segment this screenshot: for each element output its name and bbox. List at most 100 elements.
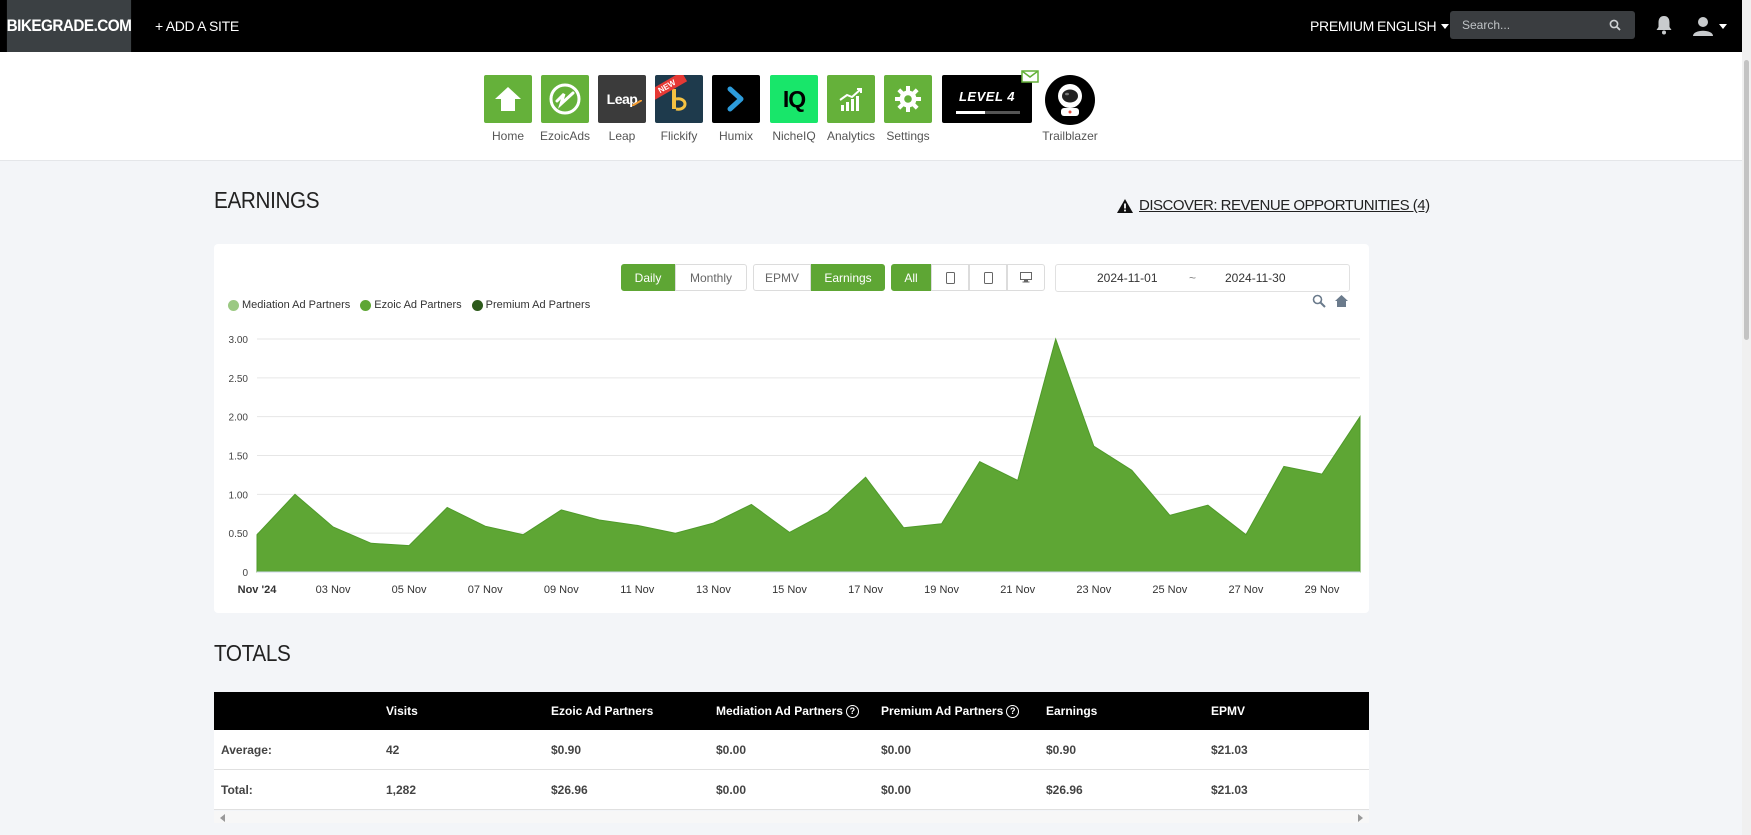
- level-progress-bar: [956, 111, 1020, 114]
- help-icon[interactable]: ?: [845, 704, 859, 718]
- column-header-label: Earnings: [1046, 704, 1098, 718]
- nicheiq-icon: IQ: [782, 85, 806, 112]
- x-tick-label: 11 Nov: [620, 584, 655, 596]
- level-progress-fill: [956, 111, 985, 114]
- column-header-label: Visits: [386, 704, 418, 718]
- app-label: Settings: [886, 129, 930, 143]
- discover-revenue-link[interactable]: DISCOVER: REVENUE OPPORTUNITIES (4): [1116, 197, 1430, 214]
- x-tick-label: 07 Nov: [468, 584, 503, 596]
- bell-icon[interactable]: [1654, 14, 1674, 36]
- app-home[interactable]: Home: [484, 75, 532, 143]
- nicheiq-tile: IQ: [770, 75, 818, 123]
- y-tick-label: 2.00: [229, 413, 249, 424]
- trailblazer-button[interactable]: Trailblazer: [1042, 75, 1098, 143]
- level-text: LEVEL 4: [958, 89, 1015, 104]
- totals-title: TOTALS: [214, 640, 291, 666]
- add-site-link[interactable]: + ADD A SITE: [155, 0, 239, 52]
- table-row: Total: 1,282 $26.96 $0.00 $0.00 $26.96 $…: [214, 770, 1369, 810]
- row-label: Total:: [221, 782, 253, 797]
- table-cell: $0.90: [1046, 742, 1077, 757]
- scroll-right-icon[interactable]: [1358, 814, 1363, 822]
- table-cell: $0.90: [551, 742, 582, 757]
- scroll-left-icon[interactable]: [220, 814, 225, 822]
- site-brand[interactable]: BIKEGRADE.COM: [7, 0, 132, 52]
- search-input[interactable]: [1450, 11, 1635, 39]
- x-tick-label: 19 Nov: [924, 584, 959, 596]
- table-row: Average: 42 $0.90 $0.00 $0.00 $0.90 $21.…: [214, 730, 1369, 770]
- x-tick-label: 29 Nov: [1305, 584, 1340, 596]
- warning-icon: [1117, 198, 1133, 213]
- column-header-label: Ezoic Ad Partners: [551, 704, 654, 718]
- x-tick-label: 09 Nov: [544, 584, 579, 596]
- table-cell: 1,282: [386, 782, 417, 797]
- search-box: [1450, 11, 1635, 39]
- app-settings[interactable]: Settings: [884, 75, 932, 143]
- app-analytics[interactable]: Analytics: [827, 75, 875, 143]
- language-label: ENGLISH: [1377, 18, 1437, 34]
- column-header-label: EPMV: [1211, 704, 1246, 718]
- home-tile: [484, 75, 532, 123]
- level-badge[interactable]: LEVEL 4: [942, 75, 1032, 123]
- analytics-icon: [839, 88, 862, 111]
- table-horizontal-scrollbar[interactable]: [214, 811, 1369, 823]
- top-navbar: BIKEGRADE.COM + ADD A SITE PREMIUM ENGLI…: [0, 0, 1751, 52]
- column-header-label: Mediation Ad Partners: [716, 704, 843, 718]
- app-nicheiq[interactable]: IQ NicheIQ: [770, 75, 818, 143]
- column-header-label: Premium Ad Partners: [881, 704, 1004, 718]
- column-header: Mediation Ad Partners?: [716, 692, 859, 730]
- table-cell: $26.96: [1046, 782, 1083, 797]
- page-scrollbar-thumb[interactable]: [1744, 60, 1749, 340]
- table-cell: $0.00: [881, 742, 912, 757]
- column-header: EPMV: [1211, 692, 1245, 730]
- app-label: Trailblazer: [1042, 129, 1098, 143]
- column-header: Ezoic Ad Partners: [551, 692, 653, 730]
- table-cell: $0.00: [716, 782, 747, 797]
- table-cell: 42: [386, 742, 400, 757]
- column-header: Visits: [386, 692, 418, 730]
- premium-link[interactable]: PREMIUM: [1310, 0, 1374, 52]
- y-tick-label: 0.50: [229, 529, 249, 540]
- humix-icon: [727, 86, 744, 112]
- x-tick-label: 17 Nov: [848, 584, 883, 596]
- x-tick-label: 03 Nov: [316, 584, 351, 596]
- analytics-tile: [827, 75, 875, 123]
- column-header: Earnings: [1046, 692, 1097, 730]
- x-tick-label: Nov '24: [238, 584, 278, 596]
- earnings-title: EARNINGS: [214, 187, 320, 213]
- app-humix[interactable]: Humix: [712, 75, 760, 143]
- settings-tile: [884, 75, 932, 123]
- language-dropdown[interactable]: ENGLISH: [1377, 0, 1450, 52]
- row-label: Average:: [221, 742, 272, 757]
- discover-text: DISCOVER: REVENUE OPPORTUNITIES (4): [1139, 197, 1430, 214]
- x-tick-label: 21 Nov: [1000, 584, 1035, 596]
- search-icon[interactable]: [1609, 19, 1621, 31]
- astronaut-icon: [1058, 84, 1082, 116]
- app-leap[interactable]: Leap Leap: [598, 75, 646, 143]
- column-header: Premium Ad Partners?: [881, 692, 1020, 730]
- leap-tile: Leap: [598, 75, 646, 123]
- y-tick-label: 0: [242, 568, 248, 579]
- table-cell: $21.03: [1211, 782, 1248, 797]
- y-tick-label: 3.00: [229, 335, 249, 346]
- totals-table: Visits Ezoic Ad Partners Mediation Ad Pa…: [214, 692, 1369, 810]
- home-icon: [495, 87, 521, 111]
- flickify-tile: NEW: [655, 75, 703, 123]
- app-flickify[interactable]: NEW Flickify: [655, 75, 703, 143]
- mail-icon[interactable]: [1021, 70, 1039, 83]
- y-tick-label: 2.50: [229, 374, 249, 385]
- x-tick-label: 25 Nov: [1152, 584, 1187, 596]
- table-cell: $0.00: [881, 782, 912, 797]
- user-menu[interactable]: [1692, 14, 1728, 38]
- y-tick-label: 1.00: [229, 490, 249, 501]
- app-ezoicads[interactable]: EzoicAds: [540, 75, 590, 143]
- table-cell: $0.00: [716, 742, 747, 757]
- ezoicads-tile: [541, 75, 589, 123]
- gear-icon: [895, 86, 921, 112]
- humix-tile: [712, 75, 760, 123]
- user-icon: [1693, 17, 1713, 36]
- x-tick-label: 13 Nov: [696, 584, 731, 596]
- x-tick-label: 27 Nov: [1228, 584, 1263, 596]
- leap-accent-icon: [632, 100, 642, 106]
- caret-down-icon: [1719, 23, 1727, 29]
- help-icon[interactable]: ?: [1006, 704, 1020, 718]
